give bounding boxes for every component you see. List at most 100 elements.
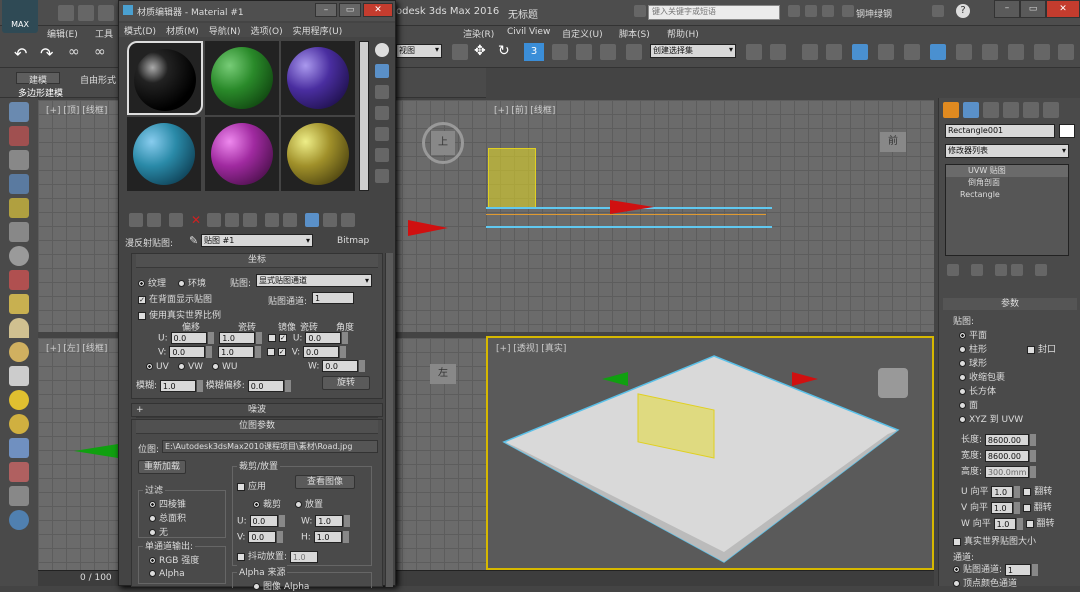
menu-customize[interactable]: 自定义(U) (555, 27, 610, 40)
u-tiling-field[interactable]: 1.0 (219, 332, 256, 344)
remove-modifier-icon[interactable] (1011, 264, 1023, 276)
stack-item-uvw[interactable]: UVW 贴图 (946, 165, 1068, 177)
texture-radio[interactable]: 纹理 (138, 276, 166, 289)
viewcube-top-face[interactable]: 上 (431, 131, 455, 155)
community-icon[interactable] (805, 5, 817, 17)
open-file-icon[interactable] (78, 4, 94, 21)
crop-w-field[interactable]: 1.0 (315, 515, 344, 527)
sample-slot-green[interactable] (205, 41, 279, 115)
mat-menu-navigation[interactable]: 导航(N) (204, 24, 246, 37)
teapot-tool-icon[interactable] (9, 102, 29, 122)
eyedropper-icon[interactable]: ✎ (189, 234, 198, 247)
mat-menu-options[interactable]: 选项(O) (246, 24, 288, 37)
configure-sets-icon[interactable] (1035, 264, 1047, 276)
sample-slots-scrollbar[interactable] (359, 41, 369, 191)
place-radio[interactable]: 放置 (295, 497, 323, 510)
menu-render[interactable]: 渲染(R) (456, 27, 501, 40)
jitter-field[interactable]: 1.0 (289, 550, 318, 563)
put-library-icon[interactable] (243, 213, 258, 227)
pin-stack-icon[interactable] (947, 264, 959, 276)
mat-menu-mode[interactable]: 模式(D) (119, 24, 161, 37)
help-icon[interactable]: ? (956, 4, 970, 18)
move-icon[interactable]: ✥ (474, 43, 486, 59)
sample-slot-yellow[interactable] (281, 117, 355, 191)
mono-alpha-radio[interactable]: Alpha (149, 569, 185, 579)
material-tool-icon[interactable] (9, 126, 29, 146)
wind-tool-icon[interactable] (9, 222, 29, 242)
blur-offset-field[interactable]: 0.0 (247, 379, 284, 392)
rig-tool-icon[interactable] (9, 270, 29, 290)
w-tile-field[interactable]: 1.0 (993, 517, 1016, 530)
save-icon[interactable] (98, 4, 114, 21)
unlink-icon[interactable]: ∞ (94, 44, 106, 60)
make-preview-icon[interactable] (375, 148, 389, 162)
create-tab-icon[interactable] (943, 102, 959, 118)
rotate-icon[interactable]: ↻ (498, 43, 510, 59)
modifier-list-dropdown[interactable]: 修改器列表 ▾ (945, 144, 1069, 158)
torus-tool-icon[interactable] (9, 342, 29, 362)
percent-snap-icon[interactable] (576, 44, 592, 60)
mirror-icon[interactable] (746, 44, 762, 60)
utilities-tab-icon[interactable] (1043, 102, 1059, 118)
sample-type-icon[interactable] (375, 43, 389, 57)
ribbon-tab-freeform[interactable]: 自由形式 (80, 73, 116, 86)
env-radio[interactable]: 环境 (178, 276, 206, 289)
mapping-cylindrical[interactable]: 柱形 (959, 342, 987, 355)
crop-u-field[interactable]: 0.0 (249, 515, 278, 527)
render-teapot-icon[interactable] (982, 44, 998, 60)
particles-tool-icon[interactable] (9, 438, 29, 458)
max-logo[interactable]: MAX (2, 0, 38, 33)
viewport-perspective[interactable]: [+] [透视] [真实] (486, 336, 934, 570)
mat-maximize-button[interactable]: ▭ (339, 3, 361, 17)
material-editor-icon[interactable] (904, 44, 920, 60)
viewcube-persp[interactable] (878, 368, 908, 398)
selection-set-dropdown[interactable]: 创建选择集 ▾ (650, 44, 736, 58)
mat-options-icon[interactable] (375, 169, 389, 183)
stack-item-bevel[interactable]: 倒角剖面 (946, 177, 1068, 189)
exchange-icon[interactable] (932, 5, 944, 17)
user-name[interactable]: 钢坤绿钢 (856, 7, 892, 20)
mapping-face[interactable]: 面 (959, 398, 978, 411)
binoculars-icon[interactable] (634, 5, 646, 17)
bones-tool-icon[interactable] (9, 462, 29, 482)
spinner-snap-icon[interactable] (600, 44, 616, 60)
view-dropdown[interactable]: 视图 ▾ (396, 44, 442, 58)
width-field[interactable]: 8600.00 (984, 449, 1029, 462)
u-tile-field[interactable]: 1.0 (991, 485, 1014, 498)
mat-menu-utilities[interactable]: 实用程序(U) (288, 24, 348, 37)
viewport-front-label[interactable]: [+] [前] [线框] (494, 103, 555, 116)
menu-script[interactable]: 脚本(S) (612, 27, 657, 40)
v-tile-checkbox[interactable]: ✓ (277, 348, 286, 356)
sample-slot-black[interactable] (127, 41, 203, 115)
map-channel-row[interactable]: 贴图通道: 1 (953, 562, 1038, 576)
search-input[interactable]: 键入关键字或短语 (648, 5, 780, 20)
show-map-icon[interactable] (283, 213, 298, 227)
mapping-box[interactable]: 长方体 (959, 384, 996, 397)
ribbon-tab-modeling[interactable]: 建模 (16, 72, 60, 86)
viewcube-left[interactable]: 左 (430, 364, 456, 384)
reload-button[interactable]: 重新加载 (138, 460, 186, 474)
mapping-type-dropdown[interactable]: 显式贴图通道 ▾ (256, 274, 372, 287)
map-type-button[interactable]: Bitmap (337, 236, 369, 246)
u-angle-field[interactable]: 0.0 (305, 332, 342, 344)
grid-tool-icon[interactable] (9, 174, 29, 194)
scene-explorer-icon[interactable] (826, 44, 842, 60)
menu-civil-view[interactable]: Civil View (500, 27, 557, 37)
apply-checkbox[interactable]: 应用 (237, 479, 266, 492)
hierarchy-tab-icon[interactable] (983, 102, 999, 118)
sample-slot-teal[interactable] (127, 117, 201, 191)
layer-icon[interactable] (802, 44, 818, 60)
cap-checkbox[interactable]: 封口 (1027, 342, 1056, 355)
viewport-front[interactable]: [+] [前] [线框] 前 (486, 100, 934, 332)
copy-material-icon[interactable] (207, 213, 222, 227)
get-material-icon[interactable] (129, 213, 143, 227)
mat-minimize-button[interactable]: – (315, 3, 337, 17)
viewport-left-label[interactable]: [+] [左] [线框] (46, 341, 107, 354)
v-flip-checkbox[interactable] (1022, 503, 1031, 512)
render-setup-icon[interactable] (930, 44, 946, 60)
u-offset-field[interactable]: 0.0 (170, 332, 207, 344)
blur-field[interactable]: 1.0 (159, 379, 196, 392)
render-production-icon[interactable] (1008, 44, 1024, 60)
uv-radio[interactable]: UV (146, 362, 169, 372)
coords-header[interactable]: 坐标 (136, 254, 378, 268)
